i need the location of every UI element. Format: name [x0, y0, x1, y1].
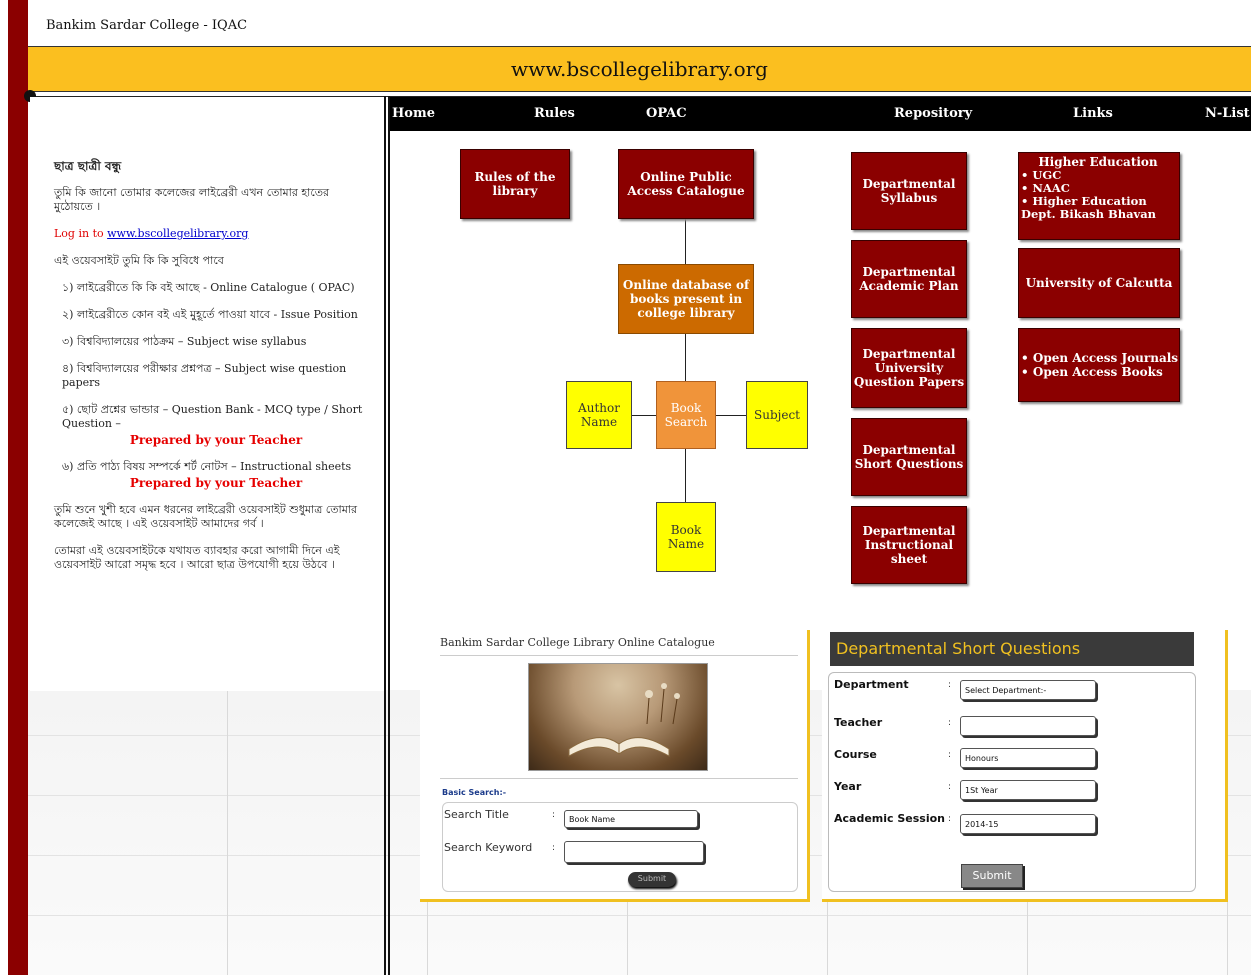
year-select[interactable] — [960, 780, 1096, 800]
academic-plan-box[interactable]: Departmental Academic Plan — [851, 240, 967, 318]
benefit-item: ২) লাইব্রেরীতে কোন বই এই মুহূর্তে পাওয়া… — [62, 308, 358, 321]
book-name-box: Book Name — [656, 502, 716, 572]
colon: : — [552, 843, 556, 853]
left-accent-bar — [8, 0, 28, 975]
prepared-note: Prepared by your Teacher — [129, 433, 303, 447]
search-title-label: Search Title — [444, 808, 509, 821]
book-search-box: Book Search — [656, 381, 716, 449]
benefit-item: ৫) ছোট প্রশ্নের ভান্ডার – Question Bank … — [54, 403, 370, 447]
benefit-text: ৫) ছোট প্রশ্নের ভান্ডার – Question Bank … — [62, 403, 363, 430]
site-banner: www.bscollegelibrary.org — [28, 46, 1251, 92]
catalogue-submit-button[interactable]: Submit — [628, 872, 676, 887]
info-panel: ছাত্র ছাত্রী বন্ধু তুমি কি জানো তোমার কল… — [30, 97, 384, 691]
hed-label: Higher Education Dept. Bikash Bhavan — [1021, 194, 1157, 221]
nav-repository[interactable]: Repository — [894, 106, 972, 121]
nav-opac[interactable]: OPAC — [646, 106, 687, 121]
oaj-label: Open Access Journals — [1032, 351, 1179, 365]
hed-link[interactable]: • Higher Education Dept. Bikash Bhavan — [1021, 195, 1175, 221]
university-calcutta-box[interactable]: University of Calcutta — [1018, 248, 1180, 318]
course-label: Course — [834, 748, 877, 761]
question-papers-box[interactable]: Departmental University Question Papers — [851, 328, 967, 408]
short-questions-submit-button[interactable]: Submit — [961, 864, 1023, 888]
benefit-text: ৬) প্রতি পাঠ্য বিষয় সম্পর্কে শর্ট নোটস … — [62, 460, 352, 473]
department-label: Department — [834, 678, 909, 691]
search-keyword-label: Search Keyword — [444, 841, 533, 854]
nav-home[interactable]: Home — [392, 106, 435, 121]
colon: : — [552, 810, 556, 820]
connector — [632, 415, 656, 416]
login-prefix: Log in to — [54, 227, 108, 240]
colon: : — [948, 718, 952, 728]
colon: : — [948, 750, 952, 760]
nav-bar: Home Rules OPAC Repository Links N-List — [390, 97, 1251, 131]
department-select[interactable] — [960, 680, 1096, 700]
benefit-item: ১) লাইব্রেরীতে কি কি বই আছে - Online Cat… — [62, 281, 355, 294]
higher-education-box: Higher Education • UGC • NAAC • Higher E… — [1018, 152, 1180, 240]
site-link[interactable]: www.bscollegelibrary.org — [107, 227, 248, 240]
divider-line — [440, 778, 798, 779]
open-book-image — [528, 663, 708, 771]
catalogue-title: Bankim Sardar College Library Online Cat… — [440, 636, 715, 649]
nav-nlist[interactable]: N-List — [1205, 106, 1250, 121]
subject-box: Subject — [746, 381, 808, 449]
oaj-link[interactable]: • Open Access Journals — [1021, 351, 1178, 365]
open-access-box: • Open Access Journals • Open Access Boo… — [1018, 328, 1180, 402]
ugc-label: UGC — [1032, 168, 1062, 182]
year-label: Year — [834, 780, 862, 793]
colon: : — [948, 814, 952, 824]
session-label: Academic Session — [834, 812, 946, 825]
colon: : — [948, 680, 952, 690]
vertical-divider — [388, 96, 390, 975]
nav-links[interactable]: Links — [1073, 106, 1113, 121]
info-paragraph: তোমরা এই ওয়েবসাইটকে যথাযত ব্যাবহার করো … — [54, 544, 340, 571]
info-heading: ছাত্র ছাত্রী বন্ধু — [54, 159, 122, 173]
basic-search-label: Basic Search:- — [442, 788, 507, 797]
oab-label: Open Access Books — [1032, 365, 1163, 379]
benefit-item: ৬) প্রতি পাঠ্য বিষয় সম্পর্কে শর্ট নোটস … — [54, 460, 370, 490]
benefit-item: ৩) বিশ্ববিদ্যালয়ের পাঠক্রম – Subject wi… — [62, 335, 307, 348]
teacher-input[interactable] — [960, 716, 1096, 736]
benefit-item: ৪) বিশ্ববিদ্যালয়ের পরীক্ষার প্রশ্নপত্র … — [62, 362, 347, 389]
info-paragraph: তুমি শুনে খুশী হবে এমন ধরনের লাইব্রেরী ও… — [54, 503, 358, 530]
short-questions-heading: Departmental Short Questions — [830, 632, 1194, 666]
opac-box[interactable]: Online Public Access Catalogue — [618, 149, 754, 219]
connector — [685, 334, 686, 382]
colon: : — [948, 782, 952, 792]
search-keyword-input[interactable] — [564, 841, 704, 863]
connector — [716, 415, 746, 416]
info-intro: তুমি কি জানো তোমার কলেজের লাইব্রেরী এখন … — [54, 186, 330, 213]
instructional-box[interactable]: Departmental Instructional sheet — [851, 506, 967, 584]
page-title: Bankim Sardar College - IQAC — [46, 18, 248, 33]
teacher-label: Teacher — [834, 716, 883, 729]
author-box: Author Name — [566, 381, 632, 449]
syllabus-box[interactable]: Departmental Syllabus — [851, 152, 967, 230]
nav-rules[interactable]: Rules — [534, 106, 575, 121]
benefits-heading: এই ওয়েবসাইট তুমি কি কি সুবিধে পাবে — [54, 254, 224, 267]
connector — [685, 449, 686, 502]
login-line: Log in to www.bscollegelibrary.org — [54, 227, 370, 241]
prepared-note: Prepared by your Teacher — [129, 476, 303, 490]
session-select[interactable] — [960, 814, 1096, 834]
naac-label: NAAC — [1032, 181, 1070, 195]
rules-box[interactable]: Rules of the library — [460, 149, 570, 219]
search-title-input[interactable] — [564, 810, 698, 828]
course-select[interactable] — [960, 748, 1096, 768]
vertical-divider — [384, 96, 386, 975]
connector — [685, 218, 686, 264]
book-illustration — [568, 683, 680, 757]
oab-link[interactable]: • Open Access Books — [1021, 365, 1163, 379]
short-questions-box[interactable]: Departmental Short Questions — [851, 418, 967, 496]
divider-line — [440, 655, 798, 656]
database-box: Online database of books present in coll… — [618, 264, 754, 334]
